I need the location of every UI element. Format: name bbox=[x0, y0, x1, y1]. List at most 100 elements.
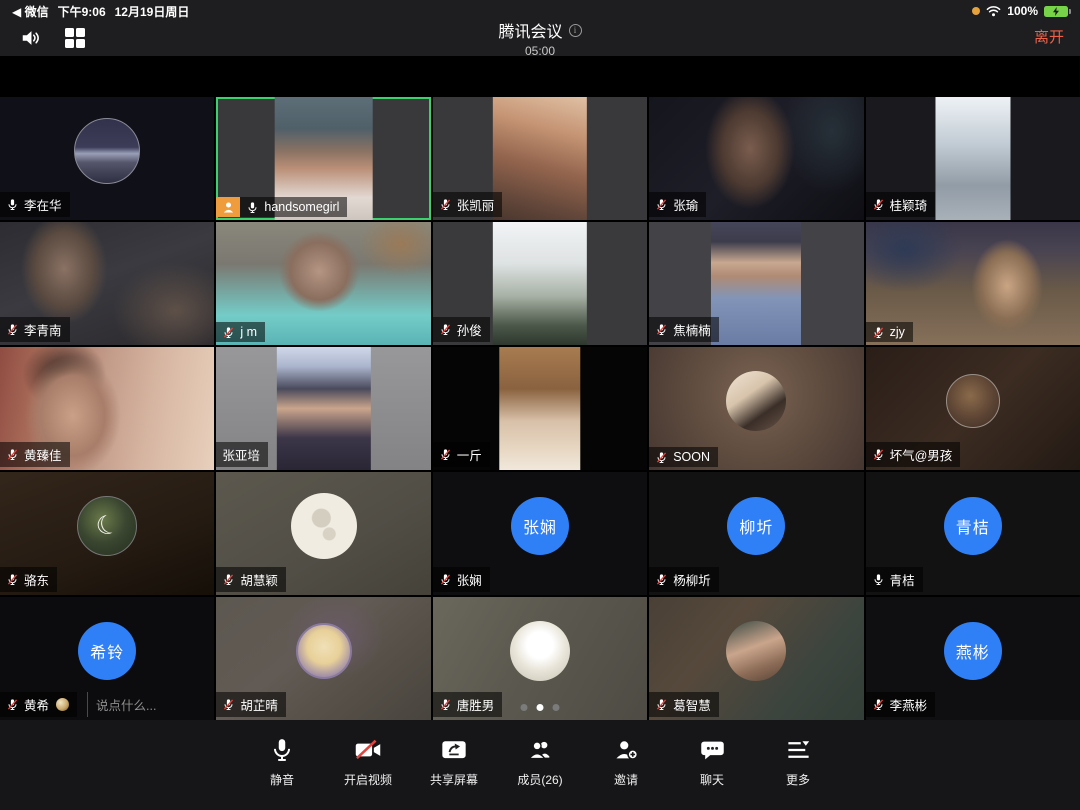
participant-avatar: 青桔 bbox=[944, 497, 1002, 555]
participant-tile-黄臻佳[interactable]: 黄臻佳 bbox=[0, 347, 214, 470]
participant-name-tag: 骆东 bbox=[0, 567, 57, 592]
back-to-wechat-button[interactable]: ◀ 微信 bbox=[12, 3, 49, 20]
chat-input-hint[interactable]: 说点什么... bbox=[87, 692, 164, 717]
mute-button[interactable]: 静音 bbox=[246, 736, 318, 788]
participant-tile-唐胜男[interactable]: 唐胜男 bbox=[433, 597, 647, 720]
participant-tile-焦楠楠[interactable]: 焦楠楠 bbox=[649, 222, 863, 345]
participant-name-tag: 胡慧颖 bbox=[216, 567, 286, 592]
more-button[interactable]: 更多 bbox=[762, 736, 834, 788]
participant-tile-桂颖琦[interactable]: 桂颖琦 bbox=[866, 97, 1080, 220]
participant-name: 桂颖琦 bbox=[890, 195, 928, 214]
battery-percent: 100% bbox=[1007, 4, 1038, 18]
invite-button[interactable]: 邀请 bbox=[590, 736, 662, 788]
participant-avatar: 希铃 bbox=[78, 622, 136, 680]
participant-tile-zjy[interactable]: zjy bbox=[866, 222, 1080, 345]
chat-button[interactable]: 聊天 bbox=[676, 736, 748, 788]
participant-tile-葛智慧[interactable]: 葛智慧 bbox=[649, 597, 863, 720]
participant-name-tag: 黄臻佳 bbox=[0, 442, 70, 467]
bottom-toolbar: 静音 开启视频 共享屏幕 成员(26) bbox=[0, 720, 1080, 810]
participant-tile-孙俊[interactable]: 孙俊 bbox=[433, 222, 647, 345]
participant-tile-一斤[interactable]: 一斤 bbox=[433, 347, 647, 470]
participant-name-tag: 李燕彬 bbox=[866, 692, 936, 717]
participant-video bbox=[499, 347, 580, 470]
toolbar-label: 开启视频 bbox=[344, 771, 392, 788]
participant-tile-j m[interactable]: j m bbox=[216, 222, 430, 345]
toolbar-label: 更多 bbox=[786, 771, 810, 788]
members-icon bbox=[526, 736, 554, 764]
mic-status-icon bbox=[655, 323, 668, 336]
share-screen-button[interactable]: 共享屏幕 bbox=[418, 736, 490, 788]
toolbar-label: 成员(26) bbox=[517, 771, 562, 788]
participant-grid: 李在华 handsomegirl bbox=[0, 97, 1080, 720]
invite-person-icon bbox=[612, 736, 640, 764]
participant-name: 青桔 bbox=[890, 570, 915, 589]
info-circle-icon[interactable]: i bbox=[569, 24, 582, 37]
share-screen-icon bbox=[440, 736, 468, 764]
mic-status-icon bbox=[872, 198, 885, 211]
participant-video bbox=[935, 97, 1010, 220]
app-bar: 腾讯会议 i 05:00 离开 bbox=[0, 18, 1080, 56]
participant-name-tag: 胡芷晴 bbox=[216, 692, 286, 717]
participant-tile-张亚培[interactable]: 张亚培 bbox=[216, 347, 430, 470]
page-dot[interactable] bbox=[553, 704, 560, 711]
participant-name: 张娴 bbox=[457, 570, 482, 589]
participant-name-tag: 张瑜 bbox=[649, 192, 706, 217]
participant-tile-SOON[interactable]: SOON bbox=[649, 347, 863, 470]
mic-status-icon bbox=[872, 448, 885, 461]
participant-tile-张娴[interactable]: 张娴 张娴 bbox=[433, 472, 647, 595]
participant-tile-李在华[interactable]: 李在华 bbox=[0, 97, 214, 220]
more-list-icon bbox=[785, 736, 812, 764]
participant-tile-青桔[interactable]: 青桔 青桔 bbox=[866, 472, 1080, 595]
participant-video bbox=[711, 222, 801, 345]
participant-name-tag: 焦楠楠 bbox=[649, 317, 719, 342]
participant-avatar bbox=[946, 374, 1000, 428]
participant-tile-李燕彬[interactable]: 燕彬 李燕彬 bbox=[866, 597, 1080, 720]
toolbar-label: 静音 bbox=[270, 771, 294, 788]
mic-status-icon bbox=[872, 326, 885, 339]
toolbar-label: 邀请 bbox=[614, 771, 638, 788]
mic-status-icon bbox=[439, 198, 452, 211]
participant-name: 葛智慧 bbox=[673, 695, 711, 714]
participant-video bbox=[493, 97, 587, 220]
page-indicator-dots[interactable] bbox=[521, 704, 560, 711]
page-dot[interactable] bbox=[537, 704, 544, 711]
meeting-title: 腾讯会议 bbox=[498, 18, 562, 42]
avatar-initials: 希铃 bbox=[90, 639, 124, 663]
page-dot[interactable] bbox=[521, 704, 528, 711]
participant-name: 黄臻佳 bbox=[24, 445, 62, 464]
participant-name-tag: 青桔 bbox=[866, 567, 923, 592]
participant-name-tag: 杨柳圻 bbox=[649, 567, 719, 592]
leave-meeting-button[interactable]: 离开 bbox=[1034, 26, 1064, 47]
start-video-button[interactable]: 开启视频 bbox=[332, 736, 404, 788]
top-bar: ◀ 微信 下午9:06 12月19日周日 100% bbox=[0, 0, 1080, 56]
participant-name: 张凯丽 bbox=[457, 195, 495, 214]
participant-avatar bbox=[510, 621, 570, 681]
mic-status-icon bbox=[439, 323, 452, 336]
participant-name: zjy bbox=[890, 325, 905, 339]
participant-avatar: 张娴 bbox=[511, 497, 569, 555]
participant-tile-handsomegirl[interactable]: handsomegirl bbox=[216, 97, 430, 220]
status-date: 12月19日周日 bbox=[115, 3, 190, 20]
participant-tile-骆东[interactable]: 骆东 bbox=[0, 472, 214, 595]
participant-name-tag: 黄希 bbox=[0, 692, 77, 717]
participant-name: 一斤 bbox=[457, 445, 482, 464]
mic-status-icon bbox=[246, 201, 259, 214]
participant-name-tag: 李青南 bbox=[0, 317, 70, 342]
participant-tile-黄希[interactable]: 希铃 黄希 说点什么... bbox=[0, 597, 214, 720]
camera-off-icon bbox=[353, 736, 383, 764]
participant-name: SOON bbox=[673, 450, 710, 464]
members-button[interactable]: 成员(26) bbox=[504, 736, 576, 788]
participant-tile-李青南[interactable]: 李青南 bbox=[0, 222, 214, 345]
avatar-initials: 燕彬 bbox=[956, 639, 990, 663]
participant-name-tag: 孙俊 bbox=[433, 317, 490, 342]
participant-tile-胡芷晴[interactable]: 胡芷晴 bbox=[216, 597, 430, 720]
participant-tile-张瑜[interactable]: 张瑜 bbox=[649, 97, 863, 220]
participant-tile-胡慧颖[interactable]: 胡慧颖 bbox=[216, 472, 430, 595]
participant-name-tag: 葛智慧 bbox=[649, 692, 719, 717]
participant-name: 杨柳圻 bbox=[673, 570, 711, 589]
participant-tile-张凯丽[interactable]: 张凯丽 bbox=[433, 97, 647, 220]
participant-tile-坏气@男孩[interactable]: 坏气@男孩 bbox=[866, 347, 1080, 470]
participant-tile-杨柳圻[interactable]: 柳圻 杨柳圻 bbox=[649, 472, 863, 595]
participant-name-tag: 张凯丽 bbox=[433, 192, 503, 217]
mic-status-icon bbox=[6, 448, 19, 461]
